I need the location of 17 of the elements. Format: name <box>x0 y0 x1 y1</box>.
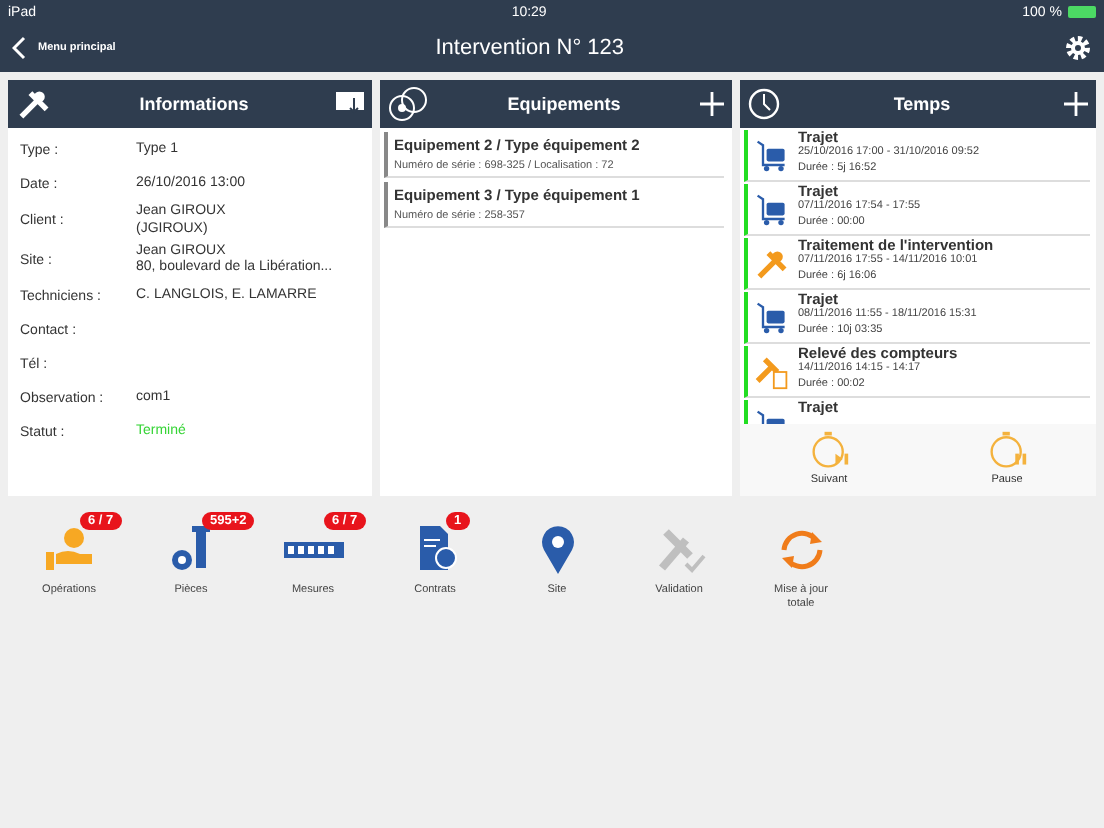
plus-icon[interactable] <box>700 92 724 116</box>
clock-icon <box>748 88 780 120</box>
stopwatch-next-icon <box>809 430 849 470</box>
screen-download-icon[interactable] <box>336 92 364 116</box>
tools-document-icon <box>754 354 790 390</box>
tools-icon <box>16 86 52 122</box>
battery-icon <box>1068 6 1096 18</box>
stopwatch-pause-icon <box>987 430 1027 470</box>
plus-icon[interactable] <box>1064 92 1088 116</box>
tools-icon <box>754 246 790 282</box>
panel-title: Equipements <box>505 94 623 114</box>
discs-icon <box>388 86 428 122</box>
chevron-left-icon <box>12 36 26 60</box>
page-title: Intervention N° 123 <box>433 36 627 60</box>
panel-title: Informations <box>137 94 251 114</box>
settings-icon[interactable] <box>1064 34 1092 62</box>
panel-title: Temps <box>891 94 953 114</box>
